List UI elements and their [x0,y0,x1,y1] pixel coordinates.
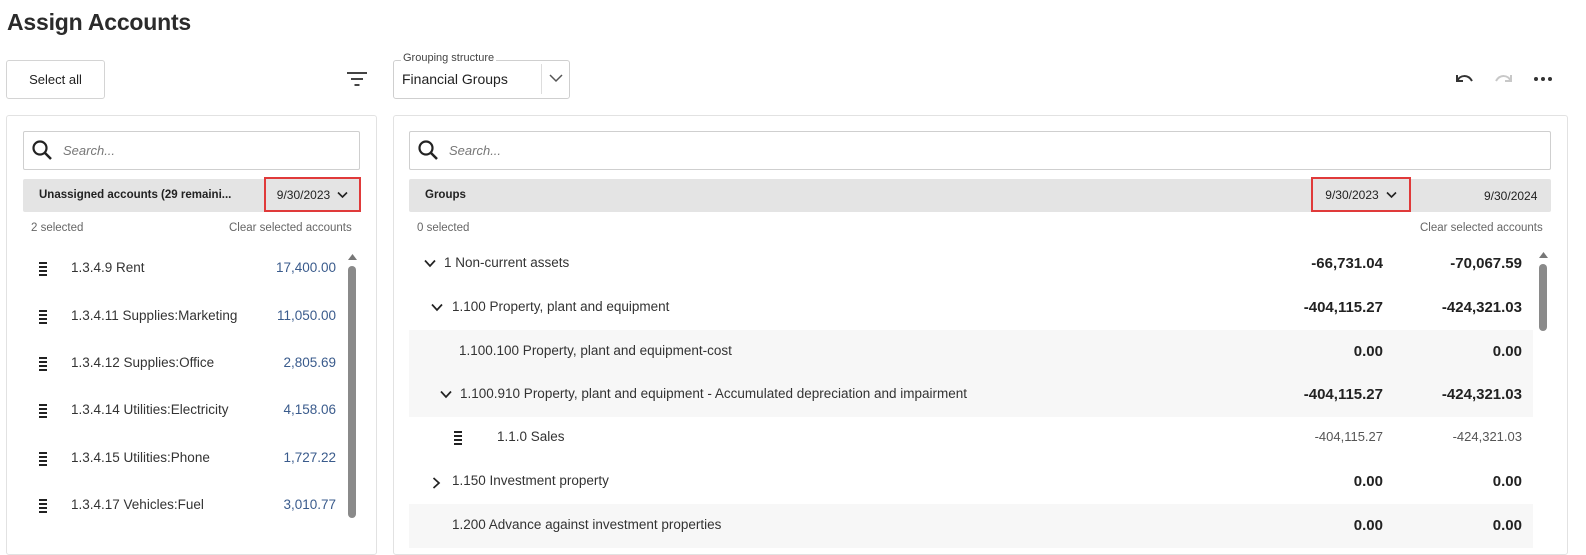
group-value-current: 0.00 [1353,517,1383,534]
group-value-current: 0.00 [1353,343,1383,360]
group-label[interactable]: 1.100 Property, plant and equipment [452,299,669,314]
undo-icon[interactable] [1454,70,1474,88]
drag-handle-icon[interactable] [39,262,47,276]
group-value-current: -404,115.27 [1303,299,1383,316]
left-selected-count: 2 selected [31,222,84,234]
drag-handle-icon[interactable] [39,452,47,466]
group-label[interactable]: 1.150 Investment property [452,473,609,488]
select-divider [541,64,542,94]
left-scrollbar-thumb[interactable] [348,266,356,518]
account-label[interactable]: 1.3.4.11 Supplies:Marketing [71,308,237,323]
chevron-right-icon[interactable] [432,477,441,489]
select-all-button[interactable]: Select all [6,60,105,99]
group-value-comparison: -424,321.03 [1441,299,1522,316]
account-value: 3,010.77 [283,497,336,512]
search-icon [418,140,438,160]
scroll-up-arrow[interactable] [1539,252,1548,258]
group-label[interactable]: 1 Non-current assets [444,255,569,270]
account-value: 17,400.00 [275,260,336,275]
grouping-structure-label: Grouping structure [401,52,497,64]
group-label[interactable]: 1.100.100 Property, plant and equipment-… [459,343,732,358]
group-label[interactable]: 1.1.0 Sales [497,429,565,444]
drag-handle-icon[interactable] [454,431,462,445]
grouping-structure-value[interactable]: Financial Groups [402,71,508,87]
group-label[interactable]: 1.200 Advance against investment propert… [452,517,721,532]
drag-handle-icon[interactable] [39,310,47,324]
right-clear-selected-link[interactable]: Clear selected accounts [1420,222,1543,234]
chevron-down-icon[interactable] [440,390,452,399]
drag-handle-icon[interactable] [39,357,47,371]
right-scrollbar-thumb[interactable] [1539,264,1547,331]
redo-icon[interactable] [1494,70,1514,88]
account-value: 11,050.00 [276,308,336,323]
group-value-comparison: -70,067.59 [1450,255,1522,272]
group-label[interactable]: 1.100.910 Property, plant and equipment … [460,386,967,401]
account-label[interactable]: 1.3.4.9 Rent [71,260,145,275]
account-value: 4,158.06 [283,402,336,417]
account-label[interactable]: 1.3.4.17 Vehicles:Fuel [71,497,204,512]
account-label[interactable]: 1.3.4.15 Utilities:Phone [71,450,210,465]
left-date-label: 9/30/2023 [276,187,331,202]
groups-header-label: Groups [425,189,466,201]
chevron-down-icon[interactable] [549,73,563,83]
account-label[interactable]: 1.3.4.12 Supplies:Office [71,355,214,370]
filter-icon[interactable] [346,70,368,88]
account-value: 2,805.69 [283,355,336,370]
left-date-select[interactable]: 9/30/2023 [264,177,361,212]
chevron-down-icon[interactable] [424,259,436,268]
drag-handle-icon[interactable] [39,499,47,513]
chevron-down-icon [1386,191,1397,198]
search-icon [32,140,52,160]
unassigned-header-label: Unassigned accounts (29 remaini... [39,189,232,201]
chevron-down-icon[interactable] [431,303,443,312]
group-value-current: 0.00 [1353,473,1383,490]
scroll-up-arrow[interactable] [348,254,357,260]
group-value-comparison: 0.00 [1492,517,1522,534]
right-search-input[interactable] [409,131,1551,170]
group-value-current: -404,115.27 [1314,429,1383,444]
group-value-comparison: -424,321.03 [1441,386,1522,403]
right-search-placeholder: Search... [449,143,502,158]
group-value-comparison: 0.00 [1492,473,1522,490]
page-title: Assign Accounts [7,9,192,35]
left-clear-selected-link[interactable]: Clear selected accounts [229,222,352,234]
right-selected-count: 0 selected [417,222,470,234]
group-value-current: -404,115.27 [1303,386,1383,403]
left-search-placeholder: Search... [63,143,116,158]
right-date-label: 9/30/2023 [1325,187,1379,202]
chevron-down-icon [337,191,348,198]
group-value-current: -66,731.04 [1311,255,1383,272]
group-value-comparison: -424,321.03 [1452,429,1522,444]
account-value: 1,727.22 [283,450,336,465]
drag-handle-icon[interactable] [39,404,47,418]
account-label[interactable]: 1.3.4.14 Utilities:Electricity [71,402,229,417]
comparison-date-label: 9/30/2024 [1484,189,1538,203]
more-icon[interactable] [1533,72,1553,86]
right-date-select[interactable]: 9/30/2023 [1311,177,1411,212]
group-value-comparison: 0.00 [1492,343,1522,360]
